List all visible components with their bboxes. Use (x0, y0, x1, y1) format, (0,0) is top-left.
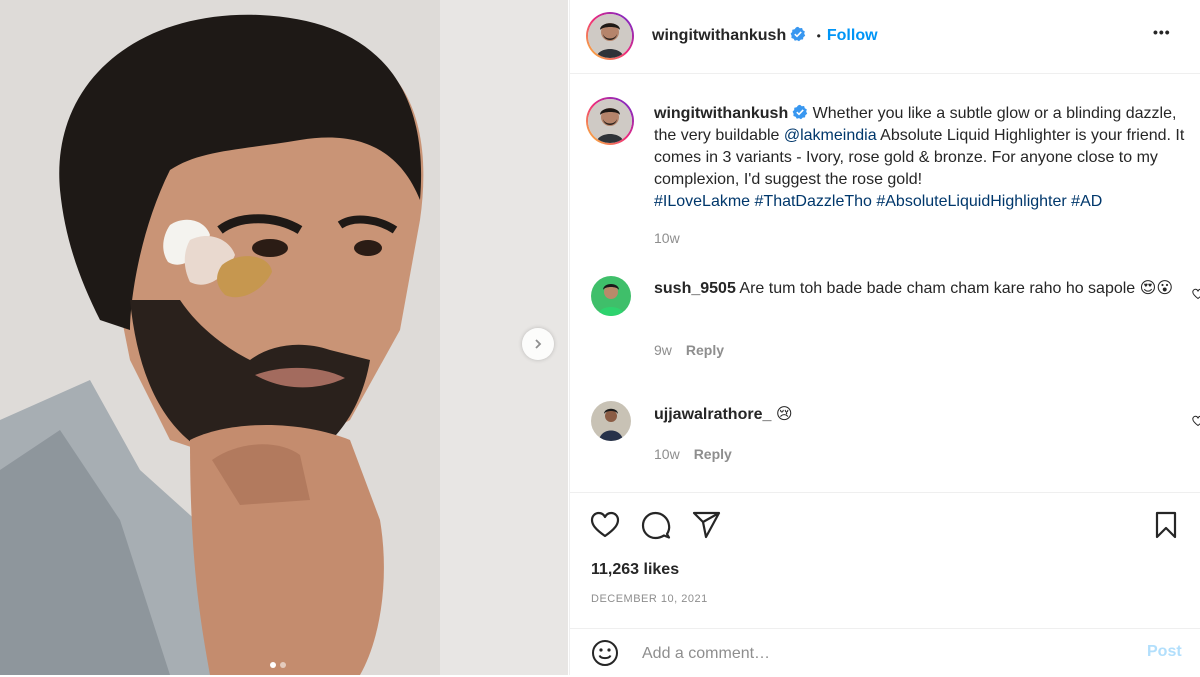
bookmark-icon[interactable] (1154, 511, 1178, 539)
comment-meta: 10w Reply (654, 446, 732, 462)
avatar-image (591, 401, 631, 441)
carousel-dots (270, 662, 286, 668)
commenter-avatar[interactable] (591, 276, 631, 316)
hashtag-link[interactable]: #ThatDazzleTho (755, 193, 872, 210)
post-caption: wingitwithankush Whether you like a subt… (654, 103, 1199, 213)
post-details-panel: wingitwithankush • Follow ••• wingitwitha… (569, 0, 1200, 675)
carousel-dot (280, 662, 286, 668)
post-actions: 11,263 likes December 10, 2021 Post (570, 492, 1200, 676)
header-separator: • (816, 29, 821, 43)
post-header: wingitwithankush • Follow ••• (570, 0, 1200, 74)
caption-age[interactable]: 10w (654, 230, 680, 246)
more-options-icon[interactable]: ••• (1153, 24, 1171, 40)
heart-icon[interactable] (590, 511, 620, 539)
avatar-image (588, 99, 632, 143)
emoji-icon[interactable] (591, 639, 619, 667)
post-comment-button[interactable]: Post (1147, 643, 1182, 661)
carousel-dot-active (270, 662, 276, 668)
author-username[interactable]: wingitwithankush (652, 27, 786, 44)
comment-item: sush_9505 Are tum toh bade bade cham cha… (654, 278, 1174, 300)
comment-age[interactable]: 9w (654, 342, 672, 358)
hashtag-link[interactable]: #ILoveLakme (654, 193, 750, 210)
add-comment-bar: Post (570, 628, 1200, 677)
hashtag-link[interactable]: #AbsoluteLiquidHighlighter (876, 193, 1066, 210)
reply-button[interactable]: Reply (686, 342, 724, 358)
reply-button[interactable]: Reply (694, 446, 732, 462)
comment-age[interactable]: 10w (654, 446, 680, 462)
caption-author-avatar[interactable] (586, 97, 634, 145)
verified-icon (790, 26, 806, 42)
comment-icon[interactable] (641, 511, 671, 541)
avatar-image (591, 276, 631, 316)
hashtag-link[interactable]: #AD (1071, 193, 1102, 210)
avatar-image (588, 14, 632, 58)
verified-icon (792, 104, 808, 120)
photo-illustration (0, 0, 568, 675)
post-date[interactable]: December 10, 2021 (591, 593, 708, 605)
comment-username[interactable]: ujjawalrathore_ (654, 406, 771, 423)
post-photo (0, 0, 568, 675)
carousel-next-button[interactable] (522, 328, 554, 360)
comment-text: Are tum toh bade bade cham cham kare rah… (739, 280, 1174, 297)
comment-like-icon[interactable] (1192, 415, 1200, 427)
comment-item: ujjawalrathore_ 😢 (654, 404, 1174, 426)
comment-username[interactable]: sush_9505 (654, 280, 736, 297)
chevron-right-icon (535, 339, 542, 349)
likes-count[interactable]: 11,263 likes (591, 561, 679, 579)
comment-like-icon[interactable] (1192, 288, 1200, 300)
comment-input[interactable] (640, 641, 1104, 667)
comment-meta: 9w Reply (654, 342, 724, 358)
caption-username[interactable]: wingitwithankush (654, 105, 788, 122)
author-avatar[interactable] (586, 12, 634, 60)
caption-mention-link[interactable]: @lakmeindia (784, 127, 877, 144)
commenter-avatar[interactable] (591, 401, 631, 441)
share-icon[interactable] (692, 511, 722, 539)
follow-button[interactable]: Follow (827, 27, 878, 44)
comment-text: 😢 (775, 406, 793, 423)
